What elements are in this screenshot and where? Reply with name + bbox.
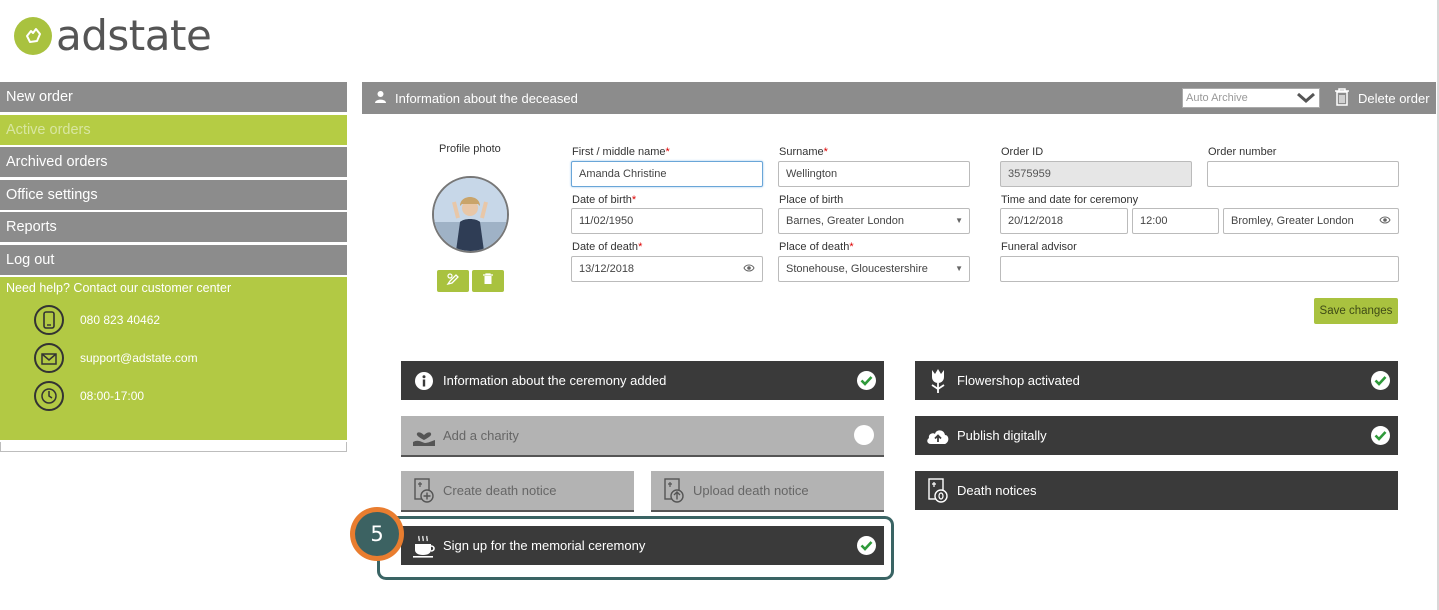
auto-archive-select[interactable]: Auto Archive (1182, 88, 1320, 108)
caret-down-icon: ▼ (955, 264, 963, 273)
order-id-field: 3575959 (1000, 161, 1192, 187)
sidebar: New order Active orders Archived orders … (0, 82, 347, 452)
date-of-birth-input[interactable]: 11/02/1950 (571, 208, 763, 234)
delete-order-label: Delete order (1358, 91, 1430, 106)
edit-photo-icon (446, 272, 460, 291)
contact-email[interactable]: support@adstate.com (80, 351, 198, 365)
eye-icon[interactable] (743, 258, 755, 282)
place-of-birth-select[interactable]: Barnes, Greater London ▼ (778, 208, 970, 234)
tile-flowershop-label: Flowershop activated (957, 373, 1080, 388)
surname-label: Surname* (779, 146, 828, 158)
ceremony-place-value: Bromley, Greater London (1231, 215, 1354, 227)
auto-archive-value: Auto Archive (1186, 92, 1248, 104)
toggle-circle[interactable] (854, 425, 874, 445)
ceremony-date-input[interactable]: 20/12/2018 (1000, 208, 1128, 234)
tile-publish-digitally-label: Publish digitally (957, 428, 1047, 443)
section-title: Information about the deceased (362, 90, 578, 106)
user-icon (374, 90, 387, 106)
order-number-label: Order number (1208, 146, 1277, 158)
tile-add-charity-label: Add a charity (443, 428, 519, 443)
info-icon (411, 368, 437, 394)
sidebar-footer (0, 442, 347, 452)
trash-icon (483, 272, 493, 290)
step-highlight-frame (377, 516, 894, 580)
tile-add-charity[interactable]: Add a charity (401, 416, 884, 455)
section-header: Information about the deceased Auto Arch… (362, 82, 1436, 114)
funeral-advisor-input[interactable] (1000, 256, 1399, 282)
date-of-death-input[interactable]: 13/12/2018 (571, 256, 763, 282)
document-add-icon (411, 477, 437, 504)
chevron-down-icon (1295, 89, 1317, 107)
sidebar-item-active-orders[interactable]: Active orders (0, 114, 347, 145)
tile-upload-death-notice[interactable]: Upload death notice (651, 471, 884, 510)
tile-death-notices-label: Death notices (957, 483, 1037, 498)
date-of-death-value: 13/12/2018 (579, 263, 635, 275)
place-of-death-label: Place of death* (779, 241, 854, 253)
eye-icon[interactable] (1379, 210, 1391, 234)
contact-phone-row: 080 823 40462 (0, 301, 347, 339)
step-number: 5 (355, 512, 399, 556)
profile-photo[interactable] (432, 176, 509, 253)
help-title: Need help? Contact our customer center (6, 281, 232, 295)
caret-down-icon: ▼ (955, 216, 963, 225)
tile-ceremony-info-label: Information about the ceremony added (443, 373, 667, 388)
check-icon (857, 371, 876, 390)
place-of-death-value: Stonehouse, Gloucestershire (786, 263, 928, 275)
help-box: Need help? Contact our customer center 0… (0, 277, 347, 440)
mail-icon (34, 343, 64, 373)
sidebar-item-reports[interactable]: Reports (0, 212, 347, 242)
ceremony-place-input[interactable]: Bromley, Greater London (1223, 208, 1399, 234)
tile-flowershop[interactable]: Flowershop activated (915, 361, 1398, 400)
tile-create-death-notice-label: Create death notice (443, 483, 557, 498)
app-logo[interactable]: adstate (14, 11, 212, 60)
clock-icon (34, 381, 64, 411)
sidebar-item-archived-orders[interactable]: Archived orders (0, 147, 347, 177)
save-changes-button[interactable]: Save changes (1314, 298, 1398, 324)
date-of-death-label: Date of death* (572, 241, 643, 253)
funeral-advisor-label: Funeral advisor (1001, 241, 1077, 253)
sidebar-item-office-settings[interactable]: Office settings (0, 179, 347, 210)
first-name-input[interactable]: Amanda Christine (571, 161, 763, 187)
heart-hand-icon (411, 423, 437, 449)
check-icon (1371, 426, 1390, 445)
ceremony-label: Time and date for ceremony (1001, 194, 1139, 206)
contact-hours: 08:00-17:00 (80, 389, 145, 403)
cloud-upload-icon (925, 423, 951, 449)
surname-input[interactable]: Wellington (778, 161, 970, 187)
first-name-label: First / middle name* (572, 146, 670, 158)
order-number-input[interactable] (1207, 161, 1399, 187)
tile-ceremony-info[interactable]: Information about the ceremony added (401, 361, 884, 400)
ceremony-time-input[interactable]: 12:00 (1132, 208, 1219, 234)
tile-upload-death-notice-label: Upload death notice (693, 483, 809, 498)
contact-phone[interactable]: 080 823 40462 (80, 313, 160, 327)
date-of-birth-label: Date of birth* (572, 194, 637, 206)
order-id-label: Order ID (1001, 146, 1044, 158)
place-of-birth-label: Place of birth (779, 194, 844, 206)
place-of-birth-value: Barnes, Greater London (786, 215, 905, 227)
contact-hours-row: 08:00-17:00 (0, 377, 347, 415)
logo-text: adstate (56, 11, 212, 60)
sidebar-item-new-order[interactable]: New order (0, 82, 347, 112)
logo-hand-icon (14, 17, 52, 55)
flower-icon (925, 368, 951, 394)
document-count-icon (925, 477, 951, 504)
tile-death-notices[interactable]: Death notices (915, 471, 1398, 510)
tile-publish-digitally[interactable]: Publish digitally (915, 416, 1398, 455)
check-icon (1371, 371, 1390, 390)
profile-photo-label: Profile photo (439, 143, 501, 155)
section-title-text: Information about the deceased (395, 90, 578, 106)
place-of-death-select[interactable]: Stonehouse, Gloucestershire ▼ (778, 256, 970, 282)
contact-email-row: support@adstate.com (0, 339, 347, 377)
sidebar-item-log-out[interactable]: Log out (0, 244, 347, 275)
step-badge: 5 (350, 507, 404, 561)
trash-icon (1334, 88, 1350, 109)
phone-icon (34, 305, 64, 335)
tile-create-death-notice[interactable]: Create death notice (401, 471, 634, 510)
edit-photo-button[interactable] (437, 270, 469, 292)
delete-order-button[interactable]: Delete order (1334, 88, 1430, 109)
document-upload-icon (661, 477, 687, 504)
delete-photo-button[interactable] (472, 270, 504, 292)
